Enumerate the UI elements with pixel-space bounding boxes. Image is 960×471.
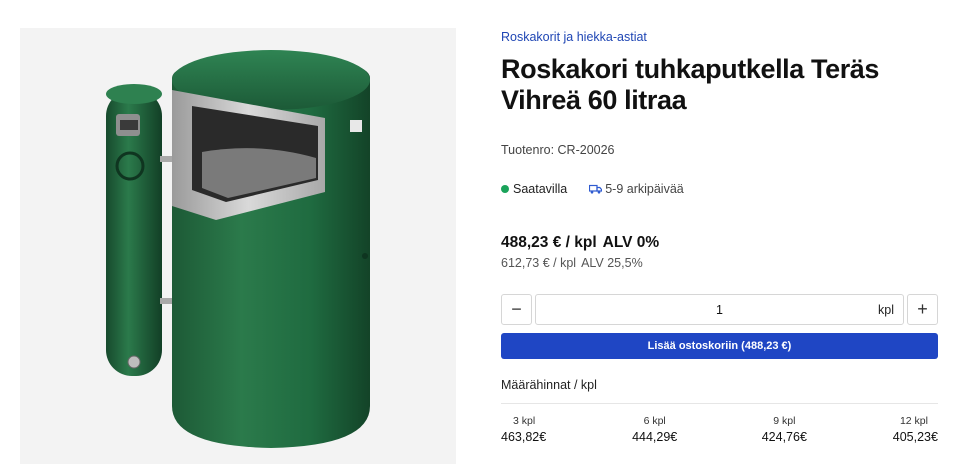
price-net: 488,23 € / kpl ALV 0% bbox=[501, 233, 938, 253]
tier-qty: 3 kpl bbox=[513, 415, 536, 427]
tier-item: 9 kpl 424,76€ bbox=[760, 414, 808, 446]
tier-item: 12 kpl 405,23€ bbox=[890, 414, 938, 446]
tier-item: 3 kpl 463,82€ bbox=[501, 414, 549, 446]
sku-value: CR-20026 bbox=[557, 143, 615, 157]
increment-button[interactable]: + bbox=[907, 294, 938, 325]
quantity-stepper: − 1 kpl + bbox=[501, 294, 938, 325]
tier-price: 405,23€ bbox=[892, 430, 938, 444]
product-image[interactable] bbox=[20, 28, 456, 464]
tier-pricing-list: 3 kpl 463,82€ 6 kpl 444,29€ 9 kpl 424,76… bbox=[501, 414, 938, 446]
product-sku: Tuotenro: CR-20026 bbox=[501, 142, 938, 158]
tier-price: 424,76€ bbox=[761, 430, 807, 444]
in-stock-dot-icon bbox=[501, 185, 509, 193]
tier-pricing-heading: Määrähinnat / kpl bbox=[501, 378, 597, 392]
price-gross-value: 612,73 € / kpl bbox=[501, 256, 577, 270]
product-page: Roskakorit ja hiekka-astiat Roskakori tu… bbox=[0, 0, 960, 471]
tier-qty: 9 kpl bbox=[773, 415, 796, 427]
truck-icon bbox=[589, 184, 603, 194]
price-net-value: 488,23 € / kpl bbox=[501, 234, 597, 251]
quantity-value[interactable]: 1 bbox=[536, 303, 903, 317]
tier-qty: 6 kpl bbox=[643, 415, 666, 427]
tier-divider bbox=[501, 403, 938, 404]
quantity-unit: kpl bbox=[878, 302, 894, 317]
sku-label: Tuotenro: bbox=[501, 143, 555, 157]
price-gross: 612,73 € / kpl ALV 25,5% bbox=[501, 255, 938, 271]
category-link[interactable]: Roskakorit ja hiekka-astiat bbox=[501, 29, 647, 45]
waste-bin-illustration bbox=[106, 50, 370, 448]
add-to-cart-button[interactable]: Lisää ostoskoriin (488,23 €) bbox=[501, 333, 938, 359]
decrement-button[interactable]: − bbox=[501, 294, 532, 325]
product-info: Roskakorit ja hiekka-astiat Roskakori tu… bbox=[501, 28, 938, 446]
price-net-vat: ALV 0% bbox=[602, 234, 660, 251]
stock-status: Saatavilla bbox=[513, 182, 568, 196]
tier-price: 463,82€ bbox=[501, 430, 547, 444]
tier-qty: 12 kpl bbox=[899, 415, 928, 427]
delivery-info: 5-9 arkipäivää bbox=[589, 182, 684, 196]
quantity-field[interactable]: 1 kpl bbox=[535, 294, 904, 325]
availability-row: Saatavilla 5-9 arkipäivää bbox=[501, 181, 938, 197]
tier-item: 6 kpl 444,29€ bbox=[631, 414, 679, 446]
product-title: Roskakori tuhkaputkella Teräs Vihreä 60 … bbox=[501, 54, 880, 115]
delivery-time: 5-9 arkipäivää bbox=[605, 182, 684, 196]
tier-price: 444,29€ bbox=[632, 430, 678, 444]
price-gross-vat: ALV 25,5% bbox=[581, 256, 643, 270]
